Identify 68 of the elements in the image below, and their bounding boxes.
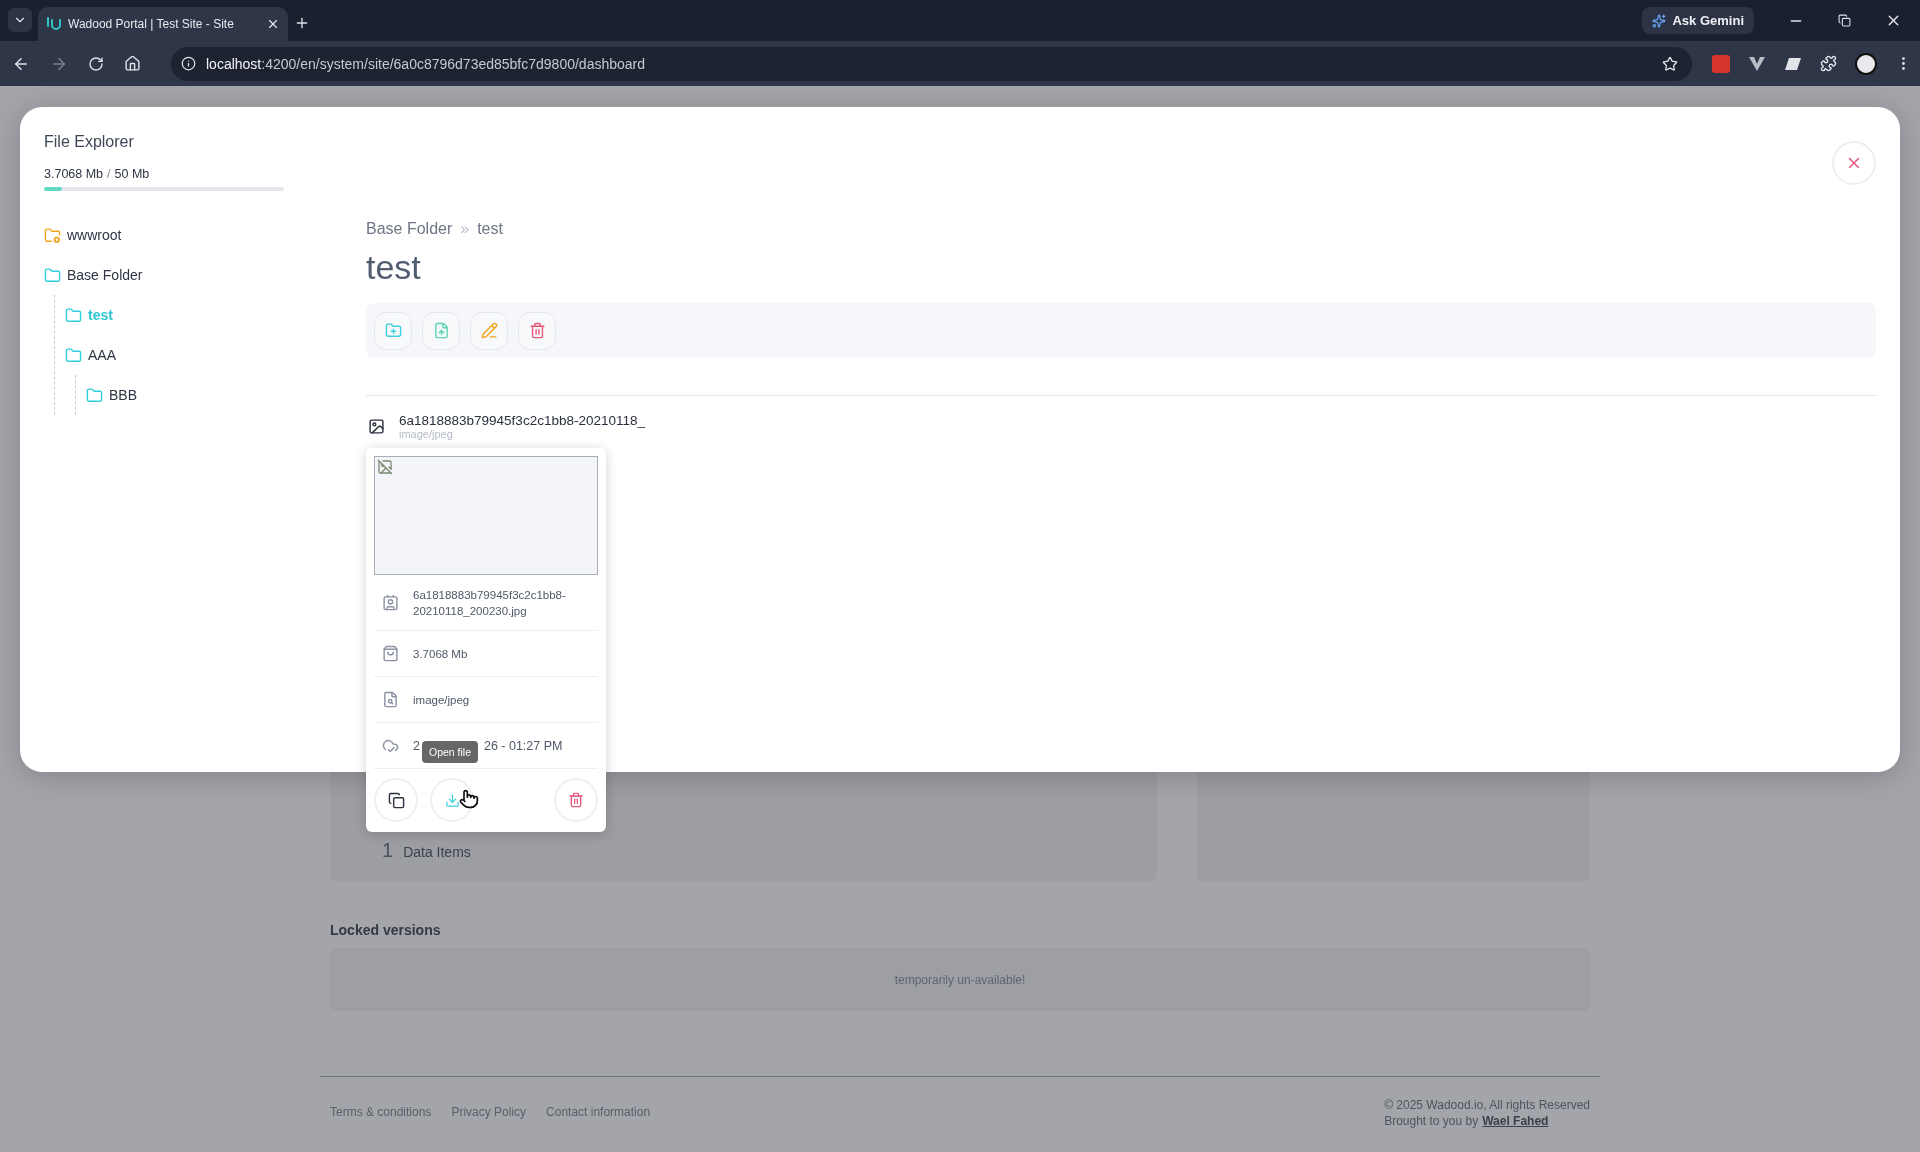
folder-icon [65, 306, 82, 324]
tooltip: Open file [422, 741, 479, 763]
home-icon[interactable] [124, 55, 141, 72]
breadcrumb-link[interactable]: test [477, 220, 503, 238]
delete-button[interactable] [554, 778, 598, 822]
reload-icon[interactable] [88, 55, 104, 72]
extensions-icon[interactable] [1820, 55, 1837, 72]
breadcrumb-link[interactable]: Base Folder [366, 220, 453, 238]
trash-icon [528, 322, 546, 339]
breadcrumb-separator: » [460, 220, 470, 238]
folder-item[interactable]: Base Folder [44, 255, 344, 295]
folder-gear-icon [44, 226, 61, 244]
extension-icon[interactable] [1712, 54, 1730, 73]
copy-button[interactable] [374, 778, 418, 822]
address-bar[interactable]: localhost:4200/en/system/site/6a0c8796d73ed85bfc7d9800/dashboard [171, 46, 1692, 81]
cloud-check-icon [382, 737, 399, 754]
sparkle-icon [1652, 13, 1667, 28]
delete-button[interactable] [518, 311, 556, 350]
download-icon [444, 792, 460, 808]
dialog-title: File Explorer [44, 133, 135, 151]
folder-heading: test [366, 248, 422, 287]
folder-item[interactable]: AAA [65, 335, 344, 375]
v-extension-icon[interactable] [1748, 55, 1766, 72]
file-upload-icon [432, 322, 450, 339]
folder-icon [65, 346, 82, 364]
close-tab-icon[interactable] [266, 17, 280, 31]
profile-avatar[interactable] [1855, 52, 1877, 75]
file-type: image/jpeg [413, 692, 471, 708]
date-text-start: 2 [413, 738, 420, 753]
hand-cursor-icon [459, 789, 479, 809]
restore-icon[interactable] [1838, 14, 1851, 27]
file-type: image/jpeg [399, 428, 454, 440]
storage-limit: 50 Mb [114, 167, 150, 181]
file-name[interactable]: 6a1818883b79945f3c2c1bb8-20210118_ [399, 413, 645, 428]
file-name: 6a1818883b79945f3c2c1bb8-20210118_200230.jpg [413, 587, 567, 619]
bag-icon [382, 645, 399, 662]
folder-item[interactable]: BBB [86, 375, 344, 415]
folder-item[interactable]: wwwroot [44, 215, 344, 255]
bookmark-star-icon[interactable] [1662, 55, 1678, 72]
stat-label: Data Items [403, 844, 471, 860]
id-card-icon [382, 594, 399, 611]
tab-list-button[interactable] [8, 8, 32, 32]
folder-icon [44, 266, 61, 284]
download-button[interactable] [430, 778, 474, 822]
info-icon [181, 56, 196, 71]
date-text-end: 26 - 01:27 PM [483, 738, 563, 753]
pencil-icon [480, 322, 498, 339]
new-tab-button[interactable] [294, 15, 310, 31]
folder-plus-icon [384, 322, 402, 339]
stat-value: 1 [382, 840, 394, 860]
site-logo-icon [46, 17, 62, 31]
trash-icon [568, 792, 584, 808]
empty-message: temporarily un-available! [894, 972, 1026, 987]
plus-icon [294, 15, 310, 31]
section-title: Locked versions [330, 922, 442, 938]
file-search-icon [382, 691, 399, 708]
copy-icon [387, 791, 405, 809]
ask-gemini-button[interactable]: Ask Gemini [1642, 7, 1754, 34]
image-file-icon [368, 418, 385, 435]
credit-text: Brought to you by [1384, 1113, 1479, 1129]
browser-tab[interactable]: Wadood Portal | Test Site - Site [38, 7, 288, 41]
broken-image-icon [377, 459, 393, 475]
folder-icon [86, 386, 103, 404]
file-size: 3.7068 Mb [413, 646, 469, 662]
separator-text: / [107, 167, 111, 181]
author-link[interactable]: Wael Fahed [1482, 1113, 1549, 1129]
used-storage: 3.7068 Mb [44, 167, 104, 181]
copyright-text: © 2025 Wadood.io, All rights Reserved [1384, 1097, 1590, 1113]
